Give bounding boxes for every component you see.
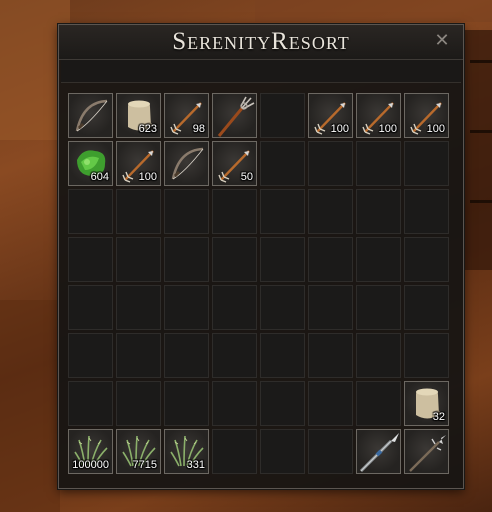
trident-icon — [213, 94, 258, 139]
inventory-slot-empty[interactable] — [68, 333, 113, 378]
background-shelf-edge — [470, 130, 492, 133]
inventory-window: SerenityResort ✕ 623 98 100 100 100 604 100 50 3… — [58, 24, 464, 489]
inventory-slot-bow[interactable] — [164, 141, 209, 186]
inventory-slot-empty[interactable] — [308, 429, 353, 474]
item-count: 100 — [330, 123, 349, 135]
inventory-slot-empty[interactable] — [164, 237, 209, 282]
item-count: 331 — [186, 459, 205, 471]
inventory-slot-empty[interactable] — [356, 189, 401, 234]
inventory-slot-empty[interactable] — [116, 237, 161, 282]
inventory-slot-arrow[interactable]: 100 — [404, 93, 449, 138]
background-shelf — [462, 30, 492, 270]
inventory-slot-empty[interactable] — [68, 237, 113, 282]
inventory-slot-empty[interactable] — [308, 237, 353, 282]
background-plank — [0, 300, 60, 512]
inventory-slot-empty[interactable] — [68, 285, 113, 330]
item-count: 604 — [90, 171, 109, 183]
inventory-slot-grass[interactable]: 7715 — [116, 429, 161, 474]
inventory-slot-empty[interactable] — [164, 381, 209, 426]
inventory-slot-empty[interactable] — [164, 285, 209, 330]
item-count: 100 — [426, 123, 445, 135]
inventory-slot-bow[interactable] — [68, 93, 113, 138]
inventory-slot-sack[interactable]: 623 — [116, 93, 161, 138]
close-icon[interactable]: ✕ — [431, 30, 453, 52]
item-count: 100000 — [72, 459, 109, 471]
inventory-slot-empty[interactable] — [260, 93, 305, 138]
inventory-slot-arrow[interactable]: 100 — [308, 93, 353, 138]
inventory-slot-empty[interactable] — [356, 141, 401, 186]
inventory-slot-empty[interactable] — [212, 429, 257, 474]
inventory-slot-empty[interactable] — [164, 333, 209, 378]
inventory-slot-harpoon[interactable] — [404, 429, 449, 474]
inventory-slot-empty[interactable] — [308, 189, 353, 234]
inventory-slot-arrow[interactable]: 100 — [116, 141, 161, 186]
item-count: 32 — [432, 411, 445, 423]
inventory-slot-empty[interactable] — [404, 141, 449, 186]
inventory-slot-empty[interactable] — [404, 333, 449, 378]
bow-icon — [165, 142, 210, 187]
inventory-slot-sack[interactable]: 32 — [404, 381, 449, 426]
item-count: 623 — [138, 123, 157, 135]
inventory-slot-empty[interactable] — [308, 333, 353, 378]
background-plank — [255, 0, 492, 22]
inventory-slot-grass[interactable]: 100000 — [68, 429, 113, 474]
inventory-slot-empty[interactable] — [260, 333, 305, 378]
inventory-slot-empty[interactable] — [260, 429, 305, 474]
inventory-slot-empty[interactable] — [260, 381, 305, 426]
inventory-slot-empty[interactable] — [356, 381, 401, 426]
item-count: 100 — [138, 171, 157, 183]
item-count: 7715 — [132, 459, 157, 471]
inventory-slot-empty[interactable] — [260, 141, 305, 186]
inventory-slot-empty[interactable] — [212, 381, 257, 426]
inventory-slot-empty[interactable] — [260, 189, 305, 234]
inventory-slot-empty[interactable] — [68, 189, 113, 234]
inventory-slot-empty[interactable] — [212, 189, 257, 234]
inventory-grid: 623 98 100 100 100 604 100 50 32 100000 7715 331 — [68, 93, 449, 474]
inventory-slot-empty[interactable] — [260, 237, 305, 282]
inventory-slot-green-leaves[interactable]: 604 — [68, 141, 113, 186]
inventory-slot-arrow[interactable]: 98 — [164, 93, 209, 138]
inventory-slot-arrow[interactable]: 100 — [356, 93, 401, 138]
inventory-slot-empty[interactable] — [212, 333, 257, 378]
background-shelf-edge — [470, 60, 492, 63]
spear-icon — [357, 430, 402, 475]
inventory-slot-empty[interactable] — [356, 237, 401, 282]
inventory-slot-empty[interactable] — [308, 141, 353, 186]
item-count: 98 — [192, 123, 205, 135]
bow-icon — [69, 94, 114, 139]
inventory-slot-empty[interactable] — [212, 285, 257, 330]
inventory-slot-empty[interactable] — [116, 285, 161, 330]
inventory-slot-empty[interactable] — [308, 285, 353, 330]
harpoon-icon — [405, 430, 450, 475]
window-titlebar[interactable]: SerenityResort ✕ — [59, 25, 463, 60]
inventory-slot-empty[interactable] — [356, 333, 401, 378]
inventory-slot-empty[interactable] — [404, 285, 449, 330]
window-title: SerenityResort — [172, 28, 350, 55]
inventory-slot-empty[interactable] — [116, 333, 161, 378]
background-shelf-edge — [470, 200, 492, 203]
item-count: 50 — [240, 171, 253, 183]
inventory-slot-empty[interactable] — [308, 381, 353, 426]
inventory-slot-empty[interactable] — [164, 189, 209, 234]
inventory-slot-empty[interactable] — [116, 381, 161, 426]
inventory-slot-arrow[interactable]: 50 — [212, 141, 257, 186]
inventory-slot-empty[interactable] — [404, 189, 449, 234]
inventory-slot-empty[interactable] — [116, 189, 161, 234]
inventory-slot-empty[interactable] — [68, 381, 113, 426]
inventory-slot-empty[interactable] — [404, 237, 449, 282]
inventory-slot-grass[interactable]: 331 — [164, 429, 209, 474]
inventory-slot-empty[interactable] — [260, 285, 305, 330]
inventory-slot-trident[interactable] — [212, 93, 257, 138]
item-count: 100 — [378, 123, 397, 135]
inventory-slot-empty[interactable] — [212, 237, 257, 282]
inventory-subbar — [61, 60, 461, 83]
inventory-slot-spear[interactable] — [356, 429, 401, 474]
inventory-slot-empty[interactable] — [356, 285, 401, 330]
